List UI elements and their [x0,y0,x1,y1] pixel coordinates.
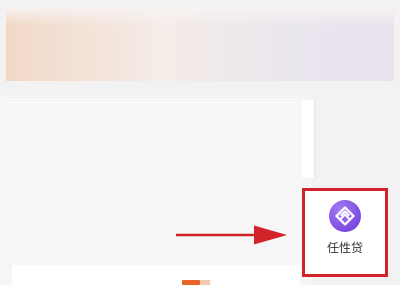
content-divider [6,102,312,103]
pointer-arrow-icon [176,224,288,250]
app-entry-renxingdai[interactable]: 任性贷 [306,192,384,272]
tab-indicator [182,280,200,285]
top-banner-fade [6,6,394,26]
side-card-edge [302,100,314,178]
content-panel [0,96,312,285]
bottom-tab-bar [12,265,300,285]
app-entry-label: 任性贷 [326,241,363,255]
diamond-logo-icon [329,200,361,232]
app-screen: 任性贷 [0,0,400,285]
top-banner [6,6,394,81]
tab-indicator-secondary [200,280,210,285]
